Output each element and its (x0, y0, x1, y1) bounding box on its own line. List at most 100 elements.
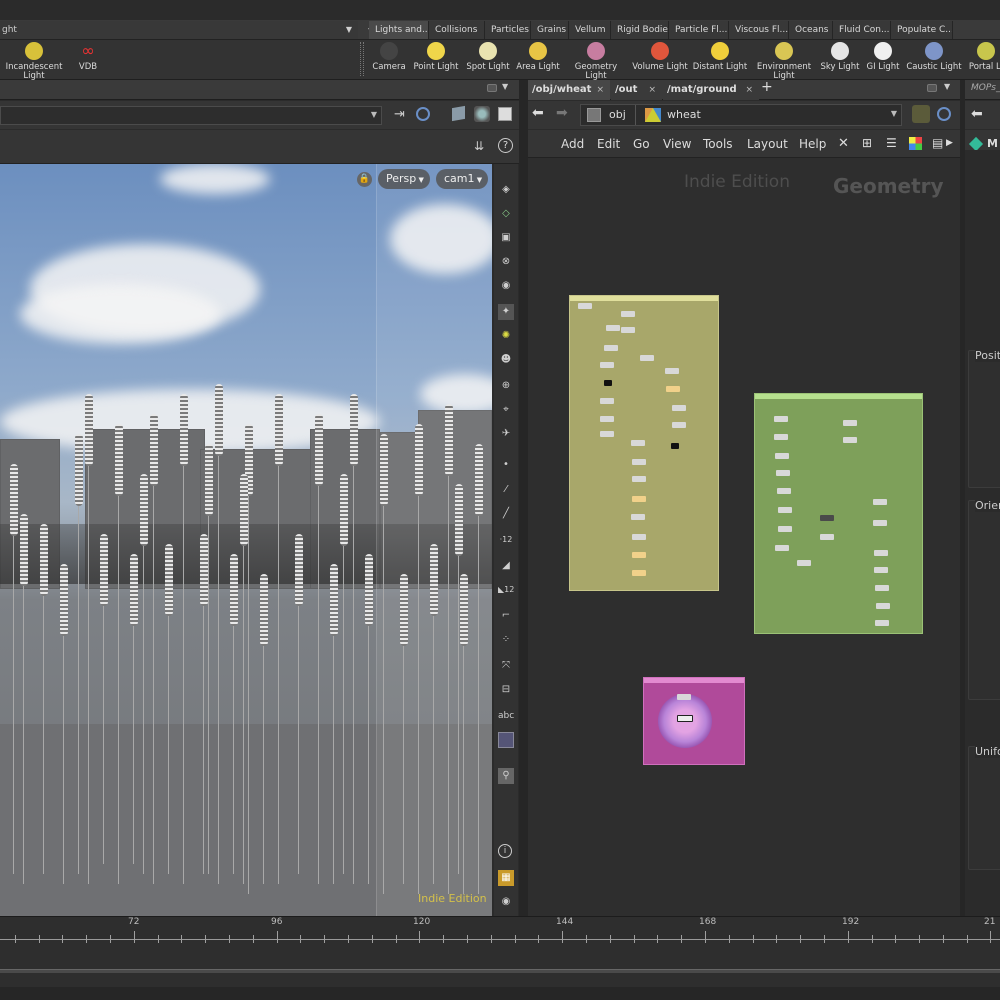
cam-menu[interactable]: cam1 ▼ (436, 169, 488, 189)
menu-go[interactable]: Go (633, 137, 650, 151)
network-node[interactable] (873, 499, 887, 505)
timeline[interactable]: 72 96 120 144 168 192 21 (0, 916, 1000, 1000)
network-node[interactable] (775, 545, 789, 551)
network-node[interactable] (874, 567, 888, 573)
geometry-light-tool[interactable]: Geometry Light (566, 40, 626, 81)
network-node[interactable] (578, 303, 592, 309)
timeline-ruler[interactable] (0, 939, 1000, 940)
network-box-mops[interactable] (643, 677, 745, 765)
location-pin-icon[interactable]: ⚲ (498, 768, 514, 784)
network-node[interactable] (677, 694, 691, 700)
background-image-icon[interactable] (498, 732, 514, 748)
render-view-icon[interactable]: ⊕ (498, 378, 514, 394)
add-tab-icon[interactable]: + (761, 79, 773, 95)
incandescent-light-tool[interactable]: Incandescent Light (4, 40, 64, 81)
pin-network-icon[interactable] (912, 105, 930, 123)
menu-view[interactable]: View (663, 137, 691, 151)
network-node[interactable] (775, 453, 789, 459)
display-options-icon[interactable]: ⇊ (474, 139, 484, 153)
pane-splitter[interactable] (519, 80, 528, 916)
brush-icon[interactable]: ⁄ (498, 482, 514, 498)
shelf-tab-1[interactable]: Collisions (429, 21, 485, 39)
network-node[interactable] (876, 603, 890, 609)
shelf-tab-5[interactable]: Rigid Bodies (611, 21, 669, 39)
network-node[interactable] (672, 422, 686, 428)
wedge-icon[interactable]: ◢ (498, 558, 514, 574)
close-icon[interactable]: × (596, 80, 604, 100)
chevron-down-icon[interactable]: ▼ (371, 110, 377, 119)
network-node[interactable] (843, 420, 857, 426)
shelf-tab-7[interactable]: Viscous Fl... (729, 21, 789, 39)
shape-palette-icon[interactable]: ▤ (932, 136, 943, 150)
pen-icon[interactable]: ╱ (498, 506, 514, 522)
menu-layout[interactable]: Layout (747, 137, 788, 151)
shelf-tab-8[interactable]: Oceans (789, 21, 833, 39)
help-icon[interactable]: ? (498, 138, 513, 153)
network-node[interactable] (820, 515, 834, 521)
wrench-icon[interactable]: ✕ (838, 136, 849, 151)
close-icon[interactable]: × (648, 80, 656, 100)
abc-icon[interactable]: abc (498, 708, 514, 724)
network-node[interactable] (632, 459, 646, 465)
network-node[interactable] (621, 327, 635, 333)
geometry-view-icon[interactable] (474, 106, 490, 122)
pin-icon[interactable]: ⇥ (394, 107, 405, 122)
network-node[interactable] (820, 534, 834, 540)
headlight-icon[interactable]: ✺ (498, 328, 514, 344)
network-node[interactable] (631, 514, 645, 520)
network-node[interactable] (776, 470, 790, 476)
network-node[interactable] (632, 534, 646, 540)
environment-light-tool[interactable]: Environment Light (754, 40, 814, 81)
target-icon[interactable] (416, 107, 430, 121)
left-shelf-tab[interactable]: ght ▼ (0, 21, 358, 39)
ghost-icon[interactable]: ⊗ (498, 254, 514, 270)
menu-add[interactable]: Add (561, 137, 584, 151)
eye-icon[interactable]: ◉ (498, 894, 514, 910)
skull-icon[interactable]: ☻ (498, 352, 514, 368)
vdb-tool[interactable]: ∞ VDB (58, 40, 118, 78)
network-node[interactable] (631, 440, 645, 446)
back-arrow-icon[interactable]: ⬅ (532, 105, 544, 121)
corner-icon[interactable]: ⌐ (498, 608, 514, 624)
portal-light-tool[interactable]: Portal Li (956, 40, 1000, 78)
shelf-tab-10[interactable]: Populate C... (891, 21, 953, 39)
network-box-header[interactable] (644, 678, 744, 683)
network-tab-2[interactable]: /mat/ground × (663, 80, 759, 100)
chevron-down-icon[interactable]: ▼ (346, 21, 352, 39)
network-node[interactable] (666, 386, 680, 392)
shelf-tab-2[interactable]: Particles (485, 21, 531, 39)
network-node[interactable] (632, 476, 646, 482)
square-view-icon[interactable] (498, 107, 512, 121)
viewport-path-field[interactable]: ▼ (0, 106, 382, 125)
list-view-icon[interactable]: ☰ (886, 136, 897, 150)
network-node[interactable] (774, 416, 788, 422)
point-numbers-icon[interactable]: ·12 (498, 532, 514, 548)
shelf-tab-4[interactable]: Vellum (569, 21, 611, 39)
params-tab-label[interactable]: MOPs_ (971, 83, 1000, 93)
shelf-tab-6[interactable]: Particle Fl... (669, 21, 729, 39)
network-node[interactable] (797, 560, 811, 566)
snapshot-icon[interactable]: ✈ (498, 426, 514, 442)
prim-numbers-icon[interactable]: ◣12 (498, 582, 514, 598)
network-box-header[interactable] (570, 296, 718, 301)
layout-grid-icon[interactable]: ▦ (498, 870, 514, 886)
shading-icon[interactable]: ◉ (498, 278, 514, 294)
info-icon[interactable]: i (498, 844, 512, 858)
network-node[interactable] (600, 362, 614, 368)
network-tab-0[interactable]: /obj/wheat × (528, 80, 610, 100)
volume-light-tool[interactable]: Volume Light (630, 40, 690, 78)
network-node[interactable] (600, 416, 614, 422)
network-node[interactable] (604, 345, 618, 351)
path-wheat[interactable]: wheat (667, 108, 701, 121)
maximize-pane-icon[interactable] (487, 84, 497, 92)
layers-icon[interactable]: ◈ (498, 182, 514, 198)
selected-network-node[interactable] (677, 715, 693, 722)
network-box-header[interactable] (755, 394, 922, 399)
network-node[interactable] (604, 380, 612, 386)
shelf-tab-3[interactable]: Grains (531, 21, 569, 39)
forward-arrow-icon[interactable]: ➡ (556, 105, 568, 121)
vector-icon[interactable]: ⤧ (498, 658, 514, 674)
timeline-range-bar[interactable] (0, 969, 1000, 973)
shelf-tab-0[interactable]: Lights and... (369, 21, 429, 39)
path-obj[interactable]: obj (609, 108, 626, 121)
